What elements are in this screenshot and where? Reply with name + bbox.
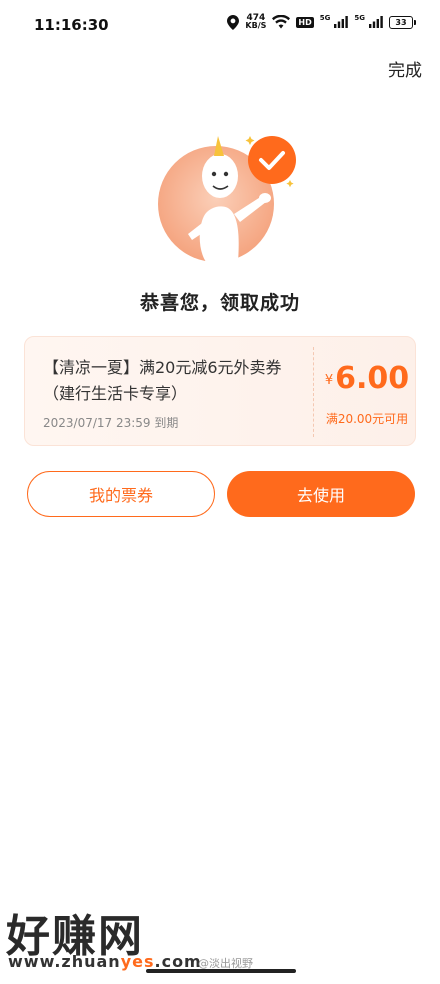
coupon-card[interactable]: 【清凉一夏】满20元减6元外卖券（建行生活卡专享） 2023/07/17 23:… (24, 336, 416, 446)
coupon-title: 【清凉一夏】满20元减6元外卖券（建行生活卡专享） (43, 358, 282, 403)
success-title: 恭喜您，领取成功 (139, 292, 300, 314)
my-tickets-button[interactable]: 我的票券 (27, 471, 215, 517)
status-time: 11:16:30 (34, 16, 109, 34)
location-icon (227, 14, 240, 30)
sig2-label: 5G (354, 14, 365, 22)
done-button[interactable]: 完成 (388, 56, 422, 81)
coupon-divider (313, 347, 314, 437)
wifi-icon (272, 15, 291, 29)
signal-icon (334, 16, 349, 28)
check-icon (248, 136, 296, 184)
coupon-amount: ¥6.00 (319, 361, 415, 396)
home-indicator[interactable] (146, 969, 296, 973)
signal-icon (369, 16, 383, 28)
battery-icon: 33 (389, 15, 416, 29)
coupon-expiry: 2023/07/17 23:59 到期 (43, 416, 179, 430)
status-icons: 474 KB/S HD 5G 5G 33 (227, 14, 416, 30)
coupon-condition: 满20.00元可用 (325, 412, 409, 426)
coupon-value: 6.00 (335, 361, 410, 396)
success-illustration (158, 130, 298, 270)
use-coupon-button[interactable]: 去使用 (227, 471, 415, 517)
battery-level: 33 (389, 15, 413, 29)
currency-symbol: ¥ (324, 373, 334, 388)
sig1-label: 5G (319, 14, 331, 22)
hd-badge: HD (296, 16, 314, 28)
status-bar: 11:16:30 474 KB/S HD 5G 5G 33 (0, 0, 440, 52)
network-speed: 474 KB/S (245, 13, 267, 30)
